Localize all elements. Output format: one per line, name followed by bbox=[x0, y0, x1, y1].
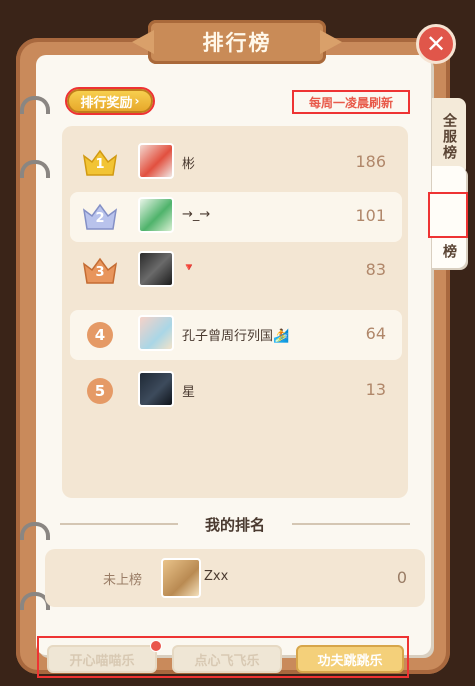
player-name: →_→ bbox=[182, 207, 211, 222]
tab-friends-label: 榜 bbox=[441, 244, 457, 260]
leaderboard-row[interactable]: 2 →_→ 101 bbox=[70, 192, 402, 242]
tab-highlight-box bbox=[428, 192, 468, 238]
leaderboard-row[interactable]: 4 孔子曾周行列国🏄 64 bbox=[70, 310, 402, 360]
leaderboard-row[interactable]: 5 星 13 bbox=[70, 366, 402, 416]
my-rank-heading: 我的排名 bbox=[204, 516, 265, 534]
avatar bbox=[138, 197, 174, 233]
rank-badge: 1 bbox=[78, 143, 122, 183]
player-name: 🔻 bbox=[182, 261, 196, 274]
avatar bbox=[161, 558, 201, 598]
rank-badge: 3 bbox=[78, 251, 122, 291]
rank-number: 5 bbox=[87, 378, 113, 404]
rank-badge: 2 bbox=[78, 197, 122, 237]
game-tab-label: 功夫跳跳乐 bbox=[317, 653, 383, 669]
close-button[interactable]: ✕ bbox=[416, 24, 456, 64]
tab-all-server-label: 全服榜 bbox=[441, 113, 457, 161]
refresh-note: 每周一凌晨刷新 bbox=[292, 90, 410, 114]
my-score: 0 bbox=[396, 568, 407, 587]
game-tab-gongfu[interactable]: 功夫跳跳乐 bbox=[296, 645, 404, 673]
rank-number: 3 bbox=[95, 265, 105, 280]
bronze-crown-icon: 3 bbox=[80, 256, 120, 286]
avatar bbox=[138, 315, 174, 351]
chevron-right-icon: › bbox=[134, 94, 140, 108]
notification-dot-icon bbox=[150, 640, 162, 652]
my-rank-status: 未上榜 bbox=[103, 573, 143, 588]
ranking-reward-label: 排行奖励 bbox=[80, 95, 133, 111]
page-title-text: 排行榜 bbox=[202, 31, 272, 55]
game-tab-dianxin[interactable]: 点心飞飞乐 bbox=[172, 645, 282, 673]
gold-crown-icon: 1 bbox=[80, 148, 120, 178]
silver-crown-icon: 2 bbox=[80, 202, 120, 232]
rank-badge: 4 bbox=[78, 315, 122, 355]
tab-friends[interactable]: 榜 bbox=[428, 166, 468, 268]
close-icon: ✕ bbox=[425, 30, 447, 58]
my-name: Zxx bbox=[204, 569, 229, 584]
ranking-reward-button[interactable]: 排行奖励 › bbox=[65, 87, 155, 115]
my-rank-row: 未上榜 Zxx 0 bbox=[45, 549, 425, 607]
player-score: 13 bbox=[365, 380, 386, 399]
avatar bbox=[138, 251, 174, 287]
divider bbox=[60, 523, 178, 525]
avatar bbox=[138, 143, 174, 179]
player-score: 83 bbox=[365, 260, 386, 279]
player-score: 186 bbox=[355, 152, 386, 171]
rank-number: 1 bbox=[95, 157, 105, 172]
game-tab-label: 开心喵喵乐 bbox=[69, 653, 135, 669]
avatar bbox=[138, 371, 174, 407]
game-tab-label: 点心飞飞乐 bbox=[194, 653, 260, 669]
leaderboard-row[interactable]: 1 彬 186 bbox=[70, 138, 402, 188]
player-score: 64 bbox=[365, 324, 386, 343]
rank-badge: 5 bbox=[78, 371, 122, 411]
rank-number: 4 bbox=[87, 322, 113, 348]
divider bbox=[292, 523, 410, 525]
player-score: 101 bbox=[355, 206, 386, 225]
rank-number: 2 bbox=[95, 211, 105, 226]
tab-all-server[interactable]: 全服榜 bbox=[432, 98, 466, 176]
player-name: 星 bbox=[182, 385, 196, 400]
game-tab-kaixin[interactable]: 开心喵喵乐 bbox=[47, 645, 157, 673]
leaderboard-row[interactable]: 3 🔻 83 bbox=[70, 246, 402, 296]
page-title: 排行榜 bbox=[148, 20, 326, 64]
player-name: 孔子曾周行列国🏄 bbox=[182, 329, 290, 344]
player-name: 彬 bbox=[182, 157, 196, 172]
